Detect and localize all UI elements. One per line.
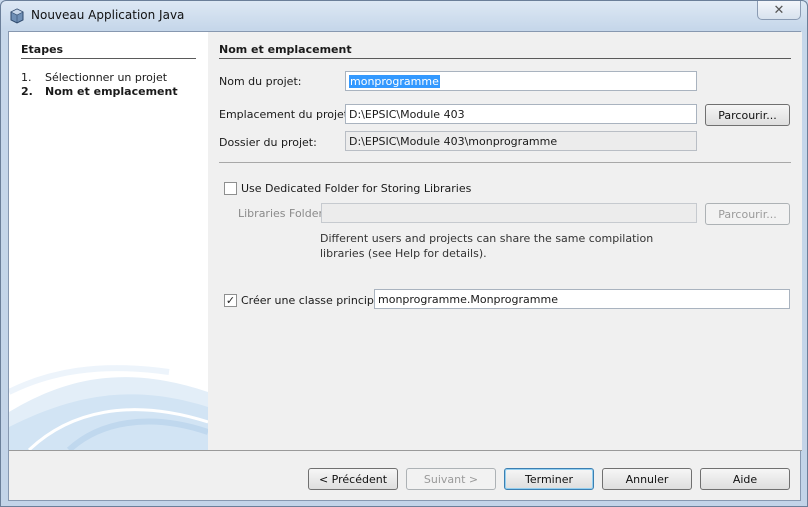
main-class-label: Créer une classe principale [241,294,391,307]
steps-divider [21,58,196,59]
location-input[interactable]: D:\EPSIC\Module 403 [345,104,697,124]
finish-button[interactable]: Terminer [504,468,594,490]
dedicated-folder-label: Use Dedicated Folder for Storing Librari… [241,182,472,195]
section-divider [219,58,791,59]
close-icon: ✕ [773,2,785,18]
next-button[interactable]: Suivant > [406,468,496,490]
cancel-button[interactable]: Annuler [602,468,692,490]
folder-label: Dossier du projet: [219,136,317,149]
section-title: Nom et emplacement [219,43,352,56]
dedicated-folder-checkbox[interactable] [224,182,237,195]
decorative-swoosh [9,365,208,450]
java-app-icon [10,8,24,24]
step-name-location: 2. Nom et emplacement [21,85,178,98]
separator [219,162,791,163]
main-class-input[interactable]: monprogramme.Monprogramme [374,289,790,309]
project-name-label: Nom du projet: [219,75,302,88]
step-label: Sélectionner un projet [45,71,168,84]
libraries-help-text: Different users and projects can share t… [320,232,654,260]
folder-field: D:\EPSIC\Module 403\monprogramme [345,131,697,151]
libraries-browse-button[interactable]: Parcourir... [705,203,790,225]
main-class-checkbox[interactable]: ✓ [224,294,237,307]
title-bar: Nouveau Application Java ✕ [1,1,807,31]
step-number: 1. [21,71,32,84]
steps-panel: Etapes 1. Sélectionner un projet 2. Nom et… [9,32,208,450]
libraries-folder-input[interactable] [321,203,697,223]
libraries-folder-label: Libraries Folder: [238,207,327,220]
step-select-project: 1. Sélectionner un projet [21,71,167,84]
previous-button[interactable]: < Précédent [308,468,398,490]
help-button[interactable]: Aide [700,468,790,490]
steps-title: Etapes [21,43,64,56]
browse-button[interactable]: Parcourir... [705,104,790,126]
step-label: Nom et emplacement [45,85,178,98]
footer-divider [9,450,802,451]
step-number: 2. [21,85,33,98]
dialog-window: Nouveau Application Java ✕ Etapes 1. Séle… [0,0,808,507]
window-title: Nouveau Application Java [31,8,185,22]
location-label: Emplacement du projet: [219,108,352,121]
form-panel: Nom et emplacement Nom du projet: monpro… [208,32,802,450]
check-icon: ✓ [225,294,236,307]
project-name-input[interactable]: monprogramme [345,71,697,91]
project-name-value: monprogramme [349,75,440,88]
dialog-body: Etapes 1. Sélectionner un projet 2. Nom et… [8,31,802,501]
close-button[interactable]: ✕ [757,1,801,20]
